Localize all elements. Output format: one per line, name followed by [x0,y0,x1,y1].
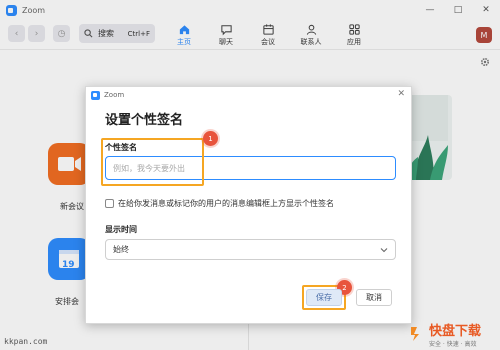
dialog-close-button[interactable]: ✕ [397,89,405,99]
chevron-down-icon [380,248,388,253]
dialog-titlebar: Zoom ✕ [86,87,411,103]
signature-dialog: Zoom ✕ 设置个性签名 个性签名 1 在给你发消息或标记你的用户的消息编辑框… [85,86,412,324]
kuaipan-logo-icon [411,327,419,341]
signature-highlight [101,138,204,186]
show-signature-option[interactable]: 在给你发消息或标记你的用户的消息编辑框上方显示个性签名 [105,198,334,209]
watermark-main: 快盘下载 [429,324,482,339]
step-badge-1: 1 [203,131,218,146]
display-time-label: 显示时间 [105,225,137,234]
show-signature-label: 在给你发消息或标记你的用户的消息编辑框上方显示个性签名 [118,199,334,208]
watermark-text: 快盘下载 安全 · 快速 · 高效 [429,320,481,348]
cancel-button[interactable]: 取消 [356,289,392,306]
dialog-app-title: Zoom [104,91,125,99]
watermark-right: 快盘下载 安全 · 快速 · 高效 [408,318,500,350]
dialog-title: 设置个性签名 [105,113,184,128]
show-signature-checkbox[interactable] [105,199,114,208]
watermark-sub: 安全 · 快速 · 高效 [429,341,477,348]
zoom-logo-icon [91,90,100,100]
watermark-left: kkpan.com [4,337,48,346]
display-time-value: 始终 [113,245,129,254]
save-button[interactable]: 保存 [306,289,342,306]
display-time-select[interactable]: 始终 [105,239,396,260]
